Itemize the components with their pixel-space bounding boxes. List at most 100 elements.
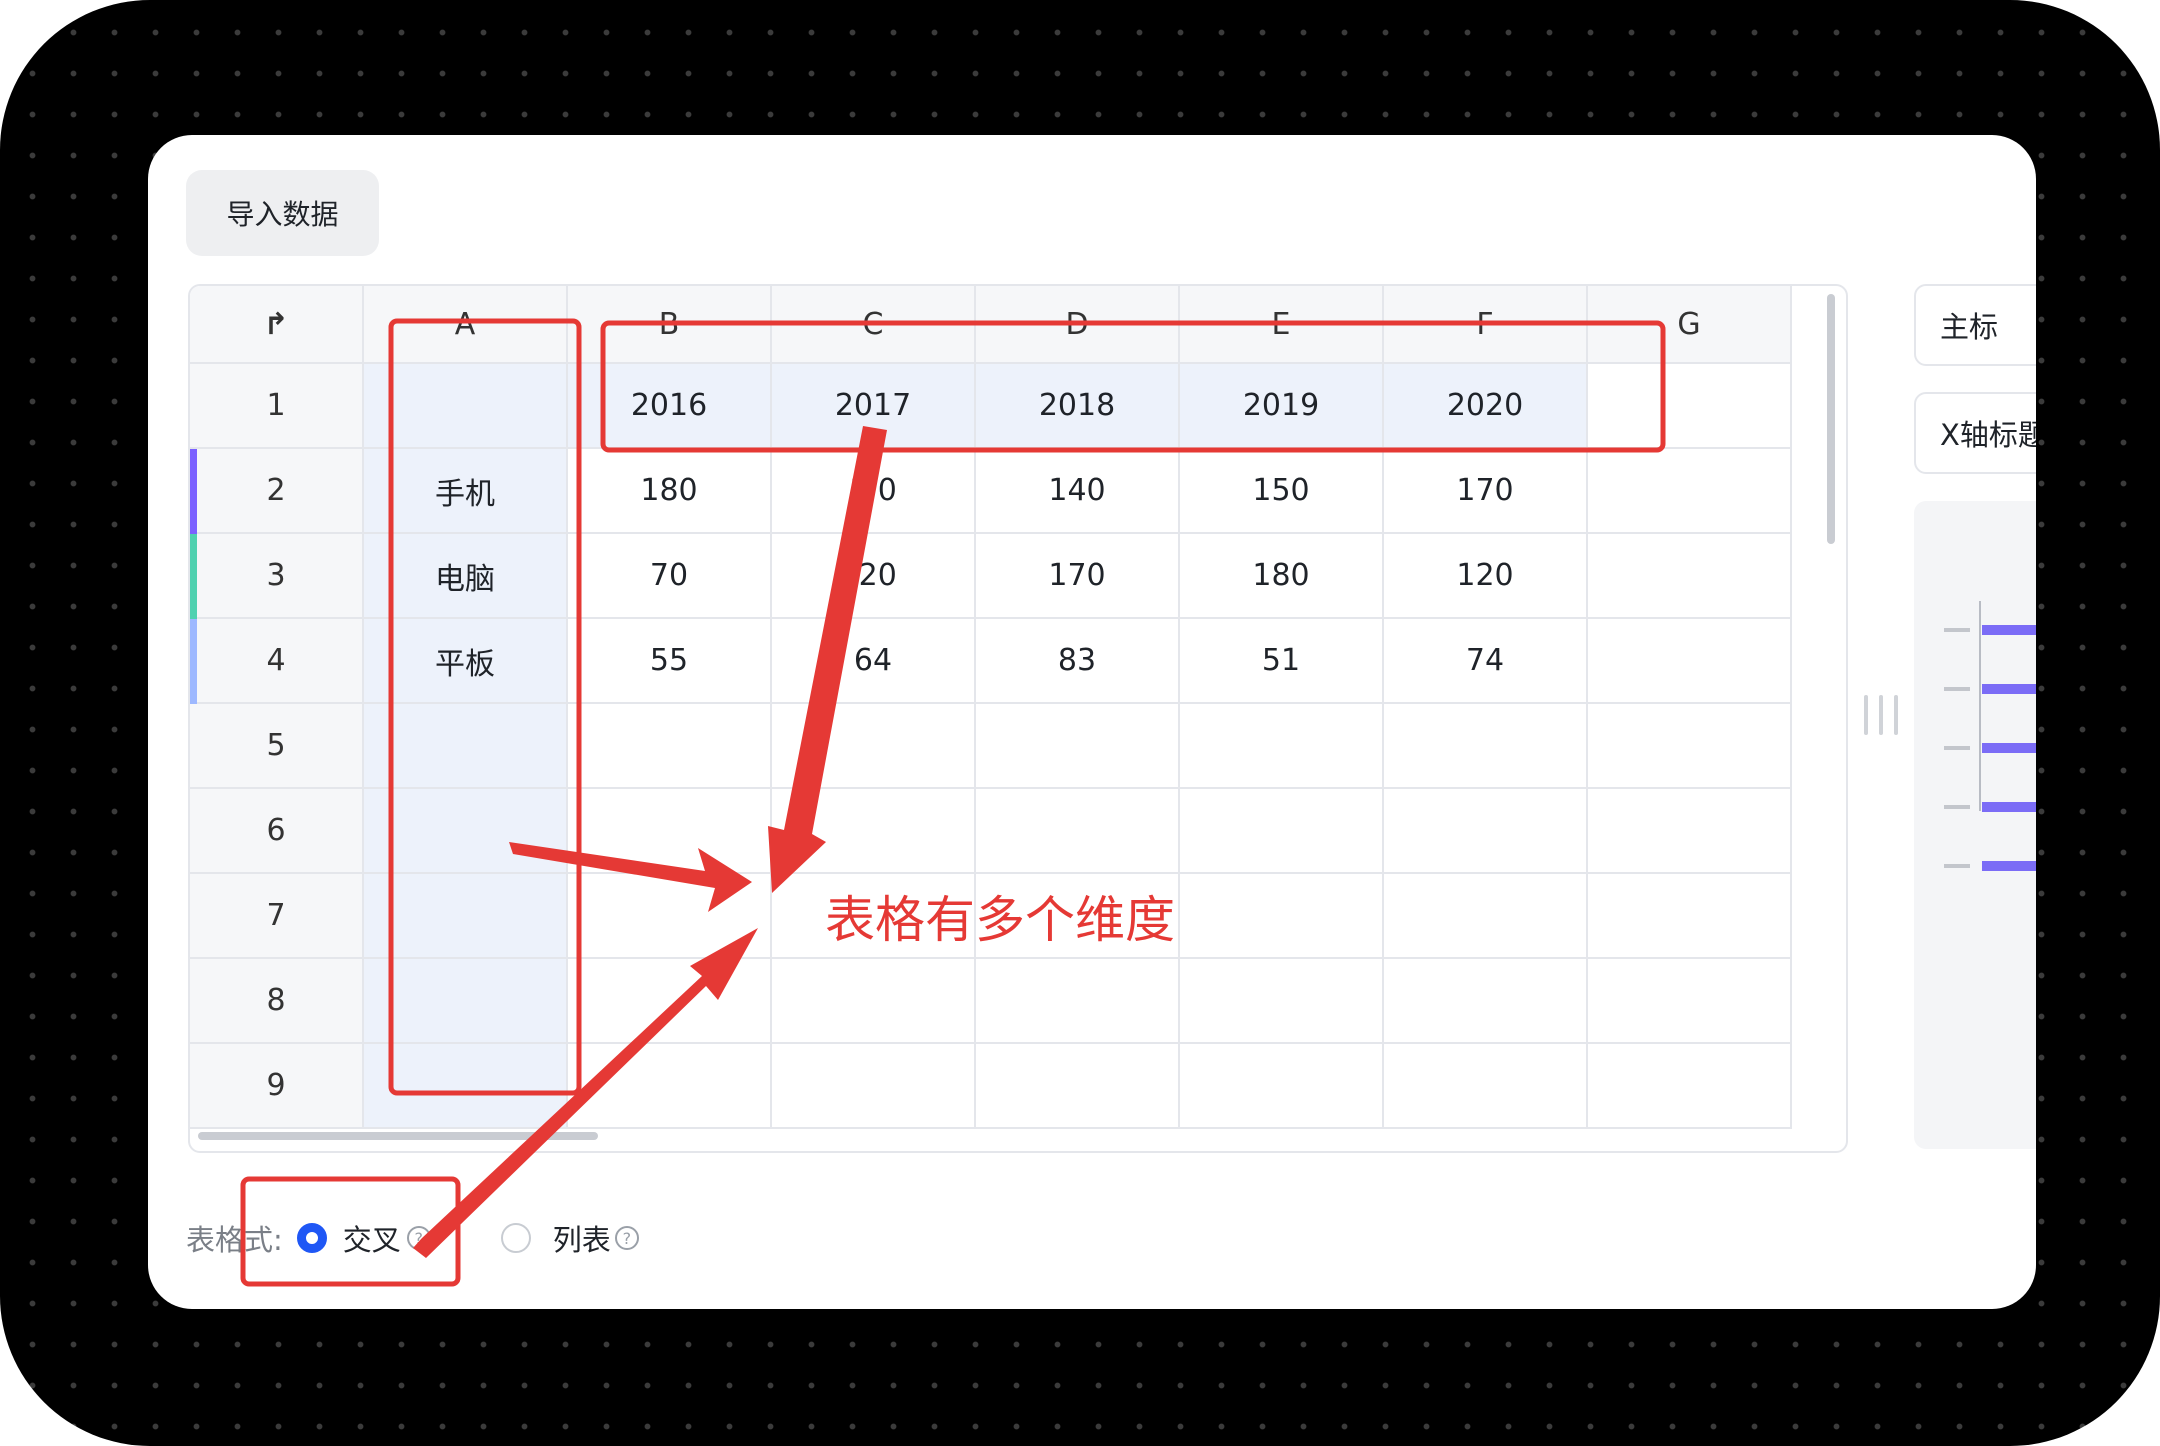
table-cell[interactable]	[1384, 789, 1588, 874]
preview-tick-label	[1944, 864, 1970, 868]
table-cell[interactable]	[976, 959, 1180, 1044]
table-cell[interactable]	[1384, 874, 1588, 959]
row-header[interactable]: 8	[190, 959, 364, 1044]
row-header[interactable]: 1	[190, 364, 364, 449]
table-cell[interactable]: 2020	[1384, 364, 1588, 449]
table-cell[interactable]	[1180, 959, 1384, 1044]
table-cell[interactable]: 1·0	[772, 449, 976, 534]
table-cell[interactable]: 180	[568, 449, 772, 534]
table-cell[interactable]	[568, 874, 772, 959]
preview-bar	[1982, 684, 2036, 694]
table-cell[interactable]: 120	[1384, 534, 1588, 619]
table-cell[interactable]	[1180, 789, 1384, 874]
panel-resize-handle[interactable]	[1864, 695, 1898, 735]
table-cell[interactable]	[364, 874, 568, 959]
row-header[interactable]: 5	[190, 704, 364, 789]
table-cell[interactable]	[1384, 1044, 1588, 1129]
table-cell[interactable]: 140	[976, 449, 1180, 534]
table-cell[interactable]	[1180, 874, 1384, 959]
table-cell[interactable]: 2019	[1180, 364, 1384, 449]
table-cell[interactable]: 83	[976, 619, 1180, 704]
table-cell[interactable]: 70	[568, 534, 772, 619]
table-cell[interactable]	[1180, 704, 1384, 789]
table-cell[interactable]	[1588, 959, 1792, 1044]
table-cell[interactable]: ·20	[772, 534, 976, 619]
x-axis-title-field[interactable]: X轴标题	[1914, 392, 2036, 474]
radio-cross-icon[interactable]	[296, 1223, 327, 1253]
main-title-label: 主标	[1940, 310, 1999, 344]
table-cell[interactable]: 2018	[976, 364, 1180, 449]
table-cell[interactable]	[976, 704, 1180, 789]
table-cell[interactable]: 平板	[364, 619, 568, 704]
column-header-b[interactable]: B	[568, 286, 772, 364]
table-cell[interactable]	[772, 789, 976, 874]
row-header[interactable]: 7	[190, 874, 364, 959]
table-cell[interactable]: 74	[1384, 619, 1588, 704]
horizontal-scrollbar[interactable]	[198, 1132, 598, 1140]
table-cell[interactable]: 170	[1384, 449, 1588, 534]
table-cell[interactable]	[1180, 1044, 1384, 1129]
table-cell[interactable]	[1588, 1044, 1792, 1129]
table-cell[interactable]	[772, 959, 976, 1044]
format-option-list[interactable]: 列表 ?	[500, 1217, 639, 1259]
table-cell[interactable]	[364, 789, 568, 874]
main-title-field[interactable]: 主标	[1914, 284, 2036, 366]
table-cell[interactable]: 电脑	[364, 534, 568, 619]
table-cell[interactable]	[364, 364, 568, 449]
table-cell[interactable]: 手机	[364, 449, 568, 534]
import-data-button[interactable]: 导入数据	[186, 170, 379, 256]
help-icon[interactable]: ?	[406, 1226, 431, 1250]
column-header-a[interactable]: A	[364, 286, 568, 364]
return-arrow-icon[interactable]: ↱	[263, 307, 288, 342]
table-cell[interactable]	[772, 704, 976, 789]
table-cell[interactable]	[772, 1044, 976, 1129]
table-cell[interactable]	[364, 959, 568, 1044]
table-cell[interactable]	[1588, 534, 1792, 619]
table-cell[interactable]	[1588, 789, 1792, 874]
column-header-d[interactable]: D	[976, 286, 1180, 364]
table-cell[interactable]	[364, 1044, 568, 1129]
column-header-e[interactable]: E	[1180, 286, 1384, 364]
screenshot-frame: 导入数据 ↱ A B C D E F G 1 2016 2017 2018 2019 2020 2 手机 180…	[0, 0, 2160, 1446]
row-header[interactable]: 2	[190, 449, 364, 534]
table-cell[interactable]	[1588, 619, 1792, 704]
spreadsheet-grid[interactable]: ↱ A B C D E F G 1 2016 2017 2018 2019 2020 2 手机 180 1·0 14…	[188, 284, 1848, 1153]
column-header-f[interactable]: F	[1384, 286, 1588, 364]
row-header[interactable]: 9	[190, 1044, 364, 1129]
table-cell[interactable]: 150	[1180, 449, 1384, 534]
column-header-g[interactable]: G	[1588, 286, 1792, 364]
table-format-selector: 表格式: 交叉 ? 列表 ?	[186, 1213, 639, 1263]
row-header[interactable]: 4	[190, 619, 364, 704]
table-cell[interactable]: 51	[1180, 619, 1384, 704]
series-color-marker	[190, 534, 197, 619]
table-cell[interactable]	[1384, 959, 1588, 1044]
preview-tick-label	[1944, 687, 1970, 691]
table-cell[interactable]	[1588, 364, 1792, 449]
table-cell[interactable]	[1384, 704, 1588, 789]
row-header[interactable]: 6	[190, 789, 364, 874]
corner-cell[interactable]: ↱	[190, 286, 364, 364]
table-cell[interactable]	[976, 789, 1180, 874]
radio-list-icon[interactable]	[500, 1223, 531, 1253]
table-cell[interactable]	[1588, 704, 1792, 789]
table-cell[interactable]: 180	[1180, 534, 1384, 619]
table-cell[interactable]	[364, 704, 568, 789]
table-cell[interactable]	[1588, 449, 1792, 534]
table-cell[interactable]: 2016	[568, 364, 772, 449]
vertical-scrollbar[interactable]	[1827, 294, 1835, 544]
table-cell[interactable]	[1588, 874, 1792, 959]
table-cell[interactable]	[568, 704, 772, 789]
format-option-cross[interactable]: 交叉 ?	[296, 1217, 431, 1259]
table-cell[interactable]: 64	[772, 619, 976, 704]
table-cell[interactable]: 170	[976, 534, 1180, 619]
table-cell[interactable]: 2017	[772, 364, 976, 449]
column-header-c[interactable]: C	[772, 286, 976, 364]
table-cell[interactable]: 55	[568, 619, 772, 704]
table-cell[interactable]	[568, 1044, 772, 1129]
chart-preview-thumbnail	[1944, 601, 2036, 871]
table-cell[interactable]	[568, 789, 772, 874]
table-cell[interactable]	[568, 959, 772, 1044]
table-cell[interactable]	[976, 1044, 1180, 1129]
help-icon[interactable]: ?	[614, 1226, 639, 1250]
row-header[interactable]: 3	[190, 534, 364, 619]
